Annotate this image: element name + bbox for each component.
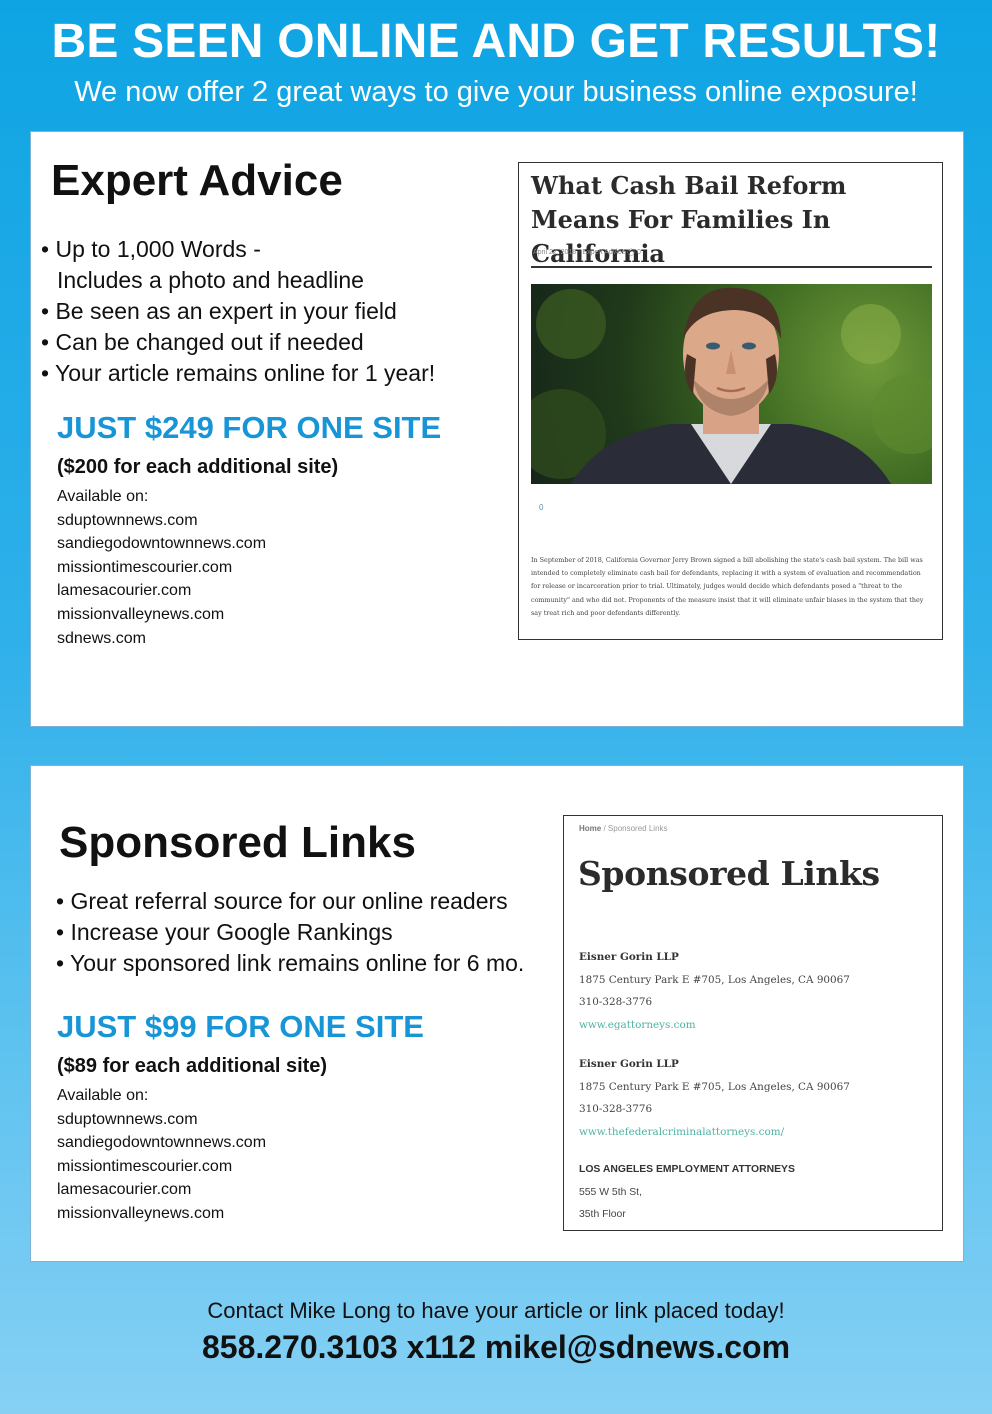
breadcrumb: Home / Sponsored Links	[579, 824, 668, 833]
expert-advice-title: Expert Advice	[51, 156, 343, 205]
site-link[interactable]: sduptownnews.com	[57, 1108, 266, 1132]
sponsor-phone: 310-328-3776	[579, 996, 653, 1008]
sponsor-name: Eisner Gorin LLP	[579, 1058, 679, 1070]
site-link[interactable]: missiontimescourier.com	[57, 556, 266, 580]
sponsor-address-line2: 35th Floor	[579, 1209, 626, 1220]
site-link[interactable]: lamesacourier.com	[57, 579, 266, 603]
sponsor-name: LOS ANGELES EMPLOYMENT ATTORNEYS	[579, 1164, 795, 1175]
bullet-item-continuation: Includes a photo and headline	[57, 267, 364, 293]
site-link[interactable]: missionvalleynews.com	[57, 603, 266, 627]
author-portrait-image	[531, 287, 932, 484]
site-link[interactable]: sdnews.com	[57, 627, 266, 651]
divider	[531, 266, 932, 268]
site-link[interactable]: sandiegodowntownnews.com	[57, 532, 266, 556]
sponsor-phone: 310-328-3776	[579, 1103, 653, 1115]
sponsored-links-preview: Home / Sponsored Links Sponsored Links E…	[563, 815, 943, 1231]
sponsor-link[interactable]: www.egattorneys.com	[579, 1014, 850, 1037]
sponsored-links-site-list: Available on: sduptownnews.com sandiegod…	[57, 1084, 266, 1226]
sponsored-links-additional-price: ($89 for each additional site)	[57, 1055, 328, 1077]
site-link[interactable]: sduptownnews.com	[57, 509, 266, 533]
site-link[interactable]: missionvalleynews.com	[57, 1202, 266, 1226]
available-label: Available on:	[57, 1087, 149, 1104]
expert-advice-additional-price: ($200 for each additional site)	[57, 456, 339, 478]
breadcrumb-home[interactable]: Home	[579, 824, 601, 833]
expert-advice-price: JUST $249 FOR ONE SITE	[57, 410, 442, 445]
bullet-item: Be seen as an expert in your field	[41, 296, 435, 327]
breadcrumb-current: Sponsored Links	[607, 824, 668, 833]
article-preview-meta: April 22, 2018 · Expert Advice ◯ 0	[533, 249, 641, 256]
sponsor-link[interactable]: www.thefederalcriminalattorneys.com/	[579, 1121, 850, 1144]
contact-line: Contact Mike Long to have your article o…	[207, 1298, 785, 1323]
site-link[interactable]: missiontimescourier.com	[57, 1155, 266, 1179]
article-preview: What Cash Bail Reform Means For Families…	[518, 162, 943, 640]
expert-advice-site-list: Available on: sduptownnews.com sandiegod…	[57, 485, 266, 650]
sponsor-entry: LOS ANGELES EMPLOYMENT ATTORNEYS 555 W 5…	[579, 1159, 795, 1227]
site-link[interactable]: sandiegodowntownnews.com	[57, 1131, 266, 1155]
article-preview-body: In September of 2018, California Governo…	[531, 556, 924, 617]
expert-advice-panel: Expert Advice Up to 1,000 Words - Includ…	[30, 131, 964, 727]
article-photo	[531, 284, 932, 484]
bullet-item: Your sponsored link remains online for 6…	[56, 948, 524, 979]
contact-details[interactable]: 858.270.3103 x112 mikel@sdnews.com	[0, 1329, 992, 1366]
bullet-item: Can be changed out if needed	[41, 327, 435, 358]
bullet-item: Up to 1,000 Words -	[41, 234, 435, 265]
sponsor-address: 1875 Century Park E #705, Los Angeles, C…	[579, 1080, 850, 1093]
bullet-item: Your article remains online for 1 year!	[41, 358, 435, 389]
expert-advice-bullets: Up to 1,000 Words - Includes a photo and…	[41, 234, 435, 389]
sponsored-links-panel: Sponsored Links Great referral source fo…	[30, 765, 964, 1262]
headline: BE SEEN ONLINE AND GET RESULTS!	[51, 15, 941, 68]
site-link[interactable]: lamesacourier.com	[57, 1178, 266, 1202]
share-count[interactable]: 0	[539, 503, 543, 512]
sponsor-address: 555 W 5th St,	[579, 1186, 642, 1198]
available-label: Available on:	[57, 488, 149, 505]
sponsor-name: Eisner Gorin LLP	[579, 951, 679, 963]
bullet-item: Great referral source for our online rea…	[56, 886, 524, 917]
sponsored-links-title: Sponsored Links	[59, 818, 416, 867]
subheadline: We now offer 2 great ways to give your b…	[74, 76, 918, 108]
bullet-item: Increase your Google Rankings	[56, 917, 524, 948]
sponsored-links-bullets: Great referral source for our online rea…	[56, 886, 524, 979]
sponsored-preview-title: Sponsored Links	[578, 854, 880, 893]
sponsored-links-price: JUST $99 FOR ONE SITE	[57, 1009, 424, 1044]
sponsor-address: 1875 Century Park E #705, Los Angeles, C…	[579, 973, 850, 986]
sponsor-entry: Eisner Gorin LLP 1875 Century Park E #70…	[579, 1053, 850, 1143]
sponsor-entry: Eisner Gorin LLP 1875 Century Park E #70…	[579, 946, 850, 1036]
